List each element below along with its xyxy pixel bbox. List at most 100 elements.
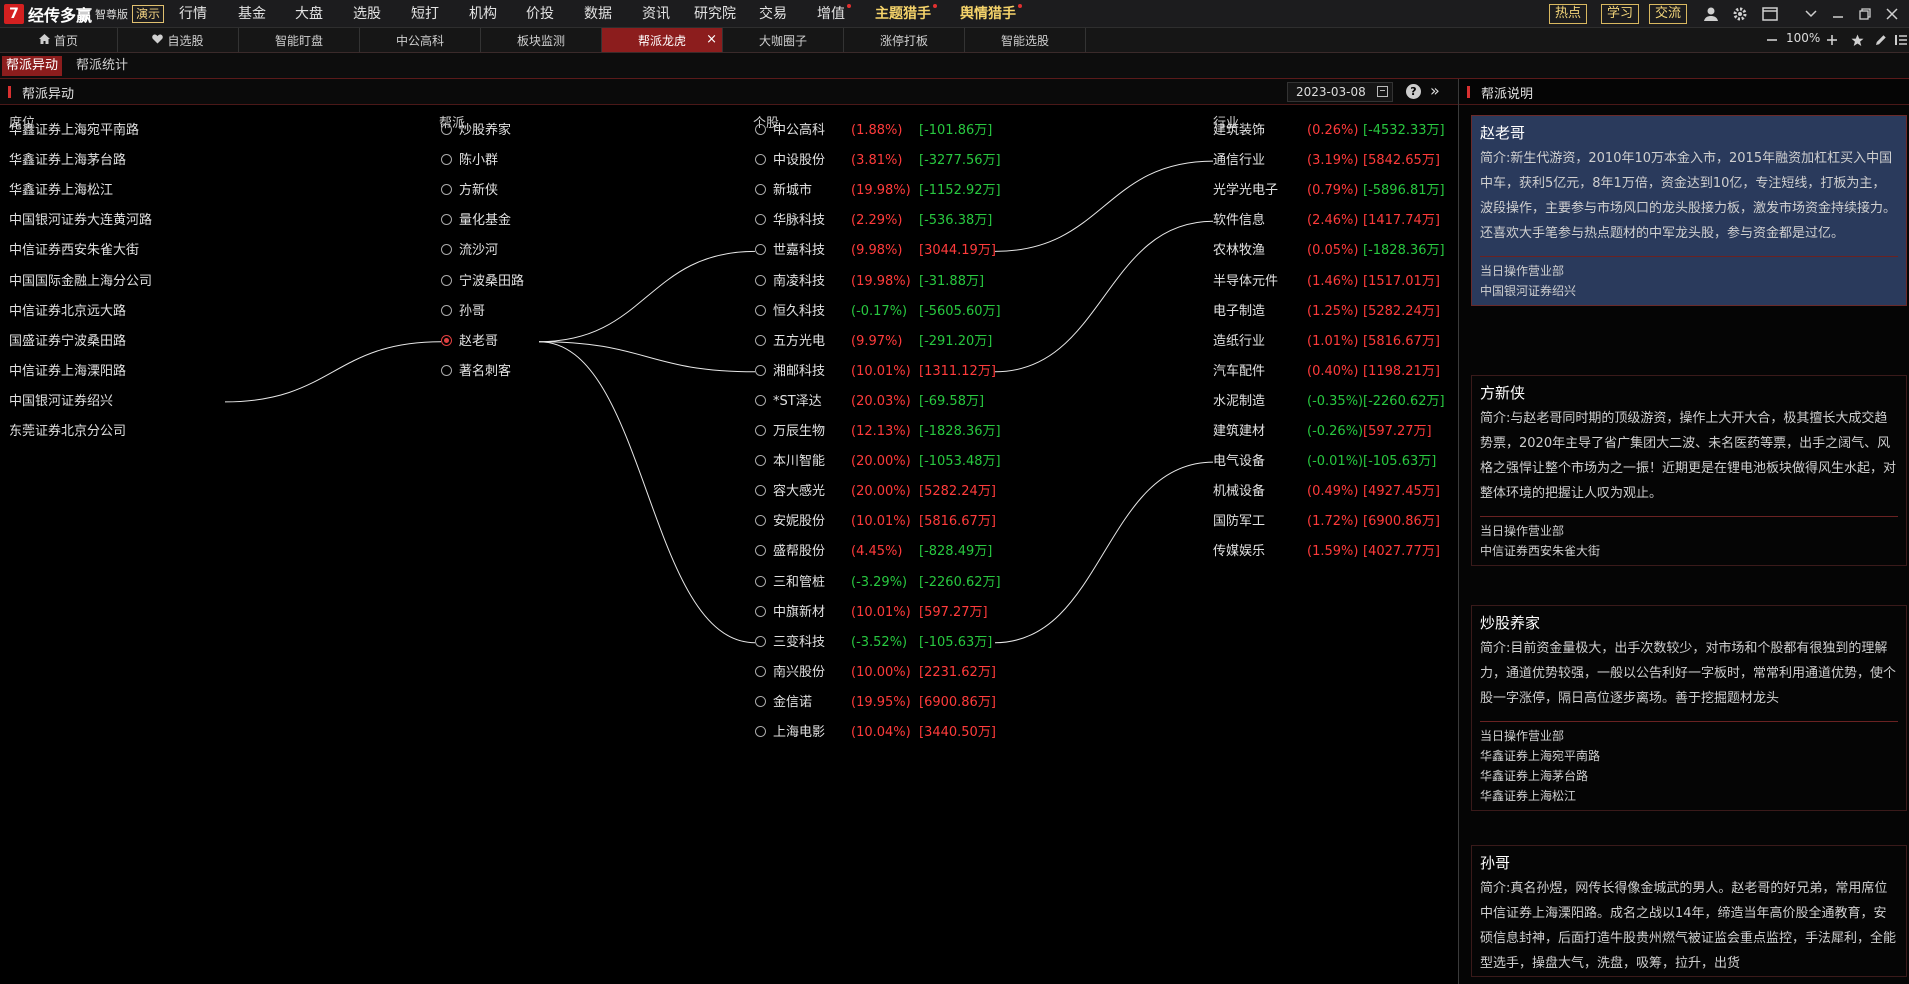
industry-row[interactable]: 建筑建材 (-0.26%)[597.27万] <box>1213 423 1432 441</box>
faction-item[interactable]: 方新侠 <box>441 182 498 200</box>
faction-card[interactable]: 赵老哥 简介:新生代游资，2010年10万本金入市，2015年融资加杠杠买入中国中… <box>1471 115 1907 306</box>
stock-row[interactable]: 湘邮科技 (10.01%) [1311.12万] <box>755 363 996 381</box>
industry-row[interactable]: 农林牧渔 (0.05%) [-1828.36万] <box>1213 242 1445 260</box>
zoom-in-icon[interactable] <box>1822 30 1842 50</box>
radio-button[interactable] <box>755 334 766 346</box>
radio-button[interactable] <box>755 665 766 677</box>
gear-icon[interactable] <box>1730 4 1750 24</box>
layout-icon[interactable] <box>1760 4 1780 24</box>
zoom-out-icon[interactable] <box>1762 30 1782 50</box>
faction-item[interactable]: 炒股养家 <box>441 122 511 140</box>
user-icon[interactable] <box>1701 4 1721 24</box>
seat-row[interactable]: 中信证券上海溧阳路 <box>9 363 126 381</box>
seat-row[interactable]: 中国银河证券大连黄河路 <box>9 212 152 230</box>
help-icon[interactable]: ? <box>1406 84 1421 99</box>
chevron-down-icon[interactable] <box>1801 4 1821 24</box>
stock-row[interactable]: 容大感光 (20.00%) [5282.24万] <box>755 483 996 501</box>
exchange-button[interactable]: 交流 <box>1649 4 1688 24</box>
subtab-faction-activity[interactable]: 帮派异动 <box>2 56 63 76</box>
date-picker[interactable]: 2023-03-08 <box>1287 82 1393 102</box>
radio-button[interactable] <box>755 575 766 587</box>
faction-item[interactable]: 宁波桑田路 <box>441 273 524 291</box>
industry-row[interactable]: 国防军工 (1.72%) [6900.86万] <box>1213 513 1440 531</box>
faction-card[interactable]: 孙哥 简介:真名孙煜，网传长得像金城武的男人。赵老哥的好兄弟，常用席位中信证券上海… <box>1471 845 1907 977</box>
stock-row[interactable]: 南凌科技 (19.98%) [-31.88万] <box>755 273 984 291</box>
radio-button[interactable] <box>755 184 766 196</box>
stock-row[interactable]: 万辰生物 (12.13%) [-1828.36万] <box>755 423 1001 441</box>
menu-zhuti-lieshou[interactable]: 主题猎手 <box>875 4 937 24</box>
tab-close-icon[interactable]: × <box>706 32 717 47</box>
seat-row[interactable]: 国盛证券宁波桑田路 <box>9 333 126 351</box>
radio-button[interactable] <box>441 214 452 226</box>
close-icon[interactable] <box>1882 4 1902 24</box>
seat-row[interactable]: 中国国际金融上海分公司 <box>9 273 152 291</box>
radio-button[interactable] <box>441 184 452 196</box>
menu-jiaoyi[interactable]: 交易 <box>759 4 787 24</box>
restore-icon[interactable] <box>1855 4 1875 24</box>
list-icon[interactable] <box>1891 30 1909 50</box>
industry-row[interactable]: 汽车配件 (0.40%) [1198.21万] <box>1213 363 1440 381</box>
seat-row[interactable]: 华鑫证券上海茅台路 <box>9 152 126 170</box>
stock-row[interactable]: 新城市 (19.98%) [-1152.92万] <box>755 182 1001 200</box>
faction-item[interactable]: 孙哥 <box>441 303 485 321</box>
seat-row[interactable]: 中国银河证券绍兴 <box>9 393 113 411</box>
radio-button[interactable] <box>755 515 766 527</box>
minimize-icon[interactable] <box>1828 4 1848 24</box>
industry-row[interactable]: 光学光电子 (0.79%) [-5896.81万] <box>1213 182 1445 200</box>
radio-button[interactable] <box>755 545 766 557</box>
radio-button[interactable] <box>755 274 766 286</box>
radio-button[interactable] <box>755 364 766 376</box>
industry-row[interactable]: 半导体元件 (1.46%) [1517.01万] <box>1213 273 1440 291</box>
radio-button[interactable] <box>755 304 766 316</box>
menu-duanda[interactable]: 短打 <box>411 4 439 24</box>
radio-button[interactable] <box>755 605 766 617</box>
menu-dapan[interactable]: 大盘 <box>295 4 323 24</box>
tab-faction-dragon[interactable]: 帮派龙虎 × <box>602 28 723 52</box>
stock-row[interactable]: 中旗新材 (10.01%) [597.27万] <box>755 604 988 622</box>
tab-watchlist[interactable]: 自选股 <box>118 28 239 52</box>
menu-zengzhi[interactable]: 增值 <box>817 4 851 24</box>
tab-stock-zggk[interactable]: 中公高科 <box>360 28 481 52</box>
stock-row[interactable]: *ST泽达 (20.03%) [-69.58万] <box>755 393 984 411</box>
faction-item[interactable]: 量化基金 <box>441 212 511 230</box>
radio-button[interactable] <box>755 425 766 436</box>
radio-button[interactable] <box>755 726 766 737</box>
hot-button[interactable]: 热点 <box>1549 4 1588 24</box>
stock-row[interactable]: 五方光电 (9.97%) [-291.20万] <box>755 333 992 351</box>
faction-item[interactable]: 陈小群 <box>441 152 498 170</box>
menu-yanjiuyuan[interactable]: 研究院 <box>694 4 736 24</box>
tab-smart-select[interactable]: 智能选股 <box>965 28 1086 52</box>
industry-row[interactable]: 机械设备 (0.49%) [4927.45万] <box>1213 483 1440 501</box>
menu-zixun[interactable]: 资讯 <box>642 4 670 24</box>
stock-row[interactable]: 恒久科技 (-0.17%) [-5605.60万] <box>755 303 1001 321</box>
menu-xuangu[interactable]: 选股 <box>353 4 381 24</box>
seat-row[interactable]: 华鑫证券上海宛平南路 <box>9 122 139 140</box>
radio-button[interactable] <box>755 455 766 467</box>
stock-row[interactable]: 盛帮股份 (4.45%) [-828.49万] <box>755 543 992 561</box>
menu-jiatou[interactable]: 价投 <box>526 4 554 24</box>
learn-button[interactable]: 学习 <box>1601 4 1640 24</box>
industry-row[interactable]: 造纸行业 (1.01%) [5816.67万] <box>1213 333 1440 351</box>
radio-button[interactable] <box>755 635 766 647</box>
tab-sector-monitor[interactable]: 板块监测 <box>481 28 602 52</box>
stock-row[interactable]: 中公高科 (1.88%) [-101.86万] <box>755 122 992 140</box>
stock-row[interactable]: 上海电影 (10.04%) [3440.50万] <box>755 724 996 742</box>
industry-row[interactable]: 软件信息 (2.46%) [1417.74万] <box>1213 212 1440 230</box>
menu-yuqing-lieshou[interactable]: 舆情猎手 <box>960 4 1022 24</box>
radio-button[interactable] <box>755 485 766 497</box>
radio-button[interactable] <box>441 124 452 135</box>
menu-jigou[interactable]: 机构 <box>469 4 497 24</box>
radio-button[interactable] <box>755 244 766 256</box>
stock-row[interactable]: 金信诺 (19.95%) [6900.86万] <box>755 694 996 712</box>
tab-smart-watch[interactable]: 智能盯盘 <box>239 28 360 52</box>
tab-limit-up[interactable]: 涨停打板 <box>844 28 965 52</box>
stock-row[interactable]: 中设股份 (3.81%) [-3277.56万] <box>755 152 1001 170</box>
subtab-faction-stats[interactable]: 帮派统计 <box>72 56 132 76</box>
double-chevron-right-icon[interactable]: » <box>1430 81 1440 100</box>
faction-item[interactable]: 著名刺客 <box>441 363 511 381</box>
seat-row[interactable]: 华鑫证券上海松江 <box>9 182 113 200</box>
radio-button[interactable] <box>755 124 766 135</box>
calendar-icon[interactable] <box>1377 86 1388 97</box>
seat-row[interactable]: 中信证券西安朱雀大街 <box>9 242 139 260</box>
radio-button[interactable] <box>441 364 452 376</box>
